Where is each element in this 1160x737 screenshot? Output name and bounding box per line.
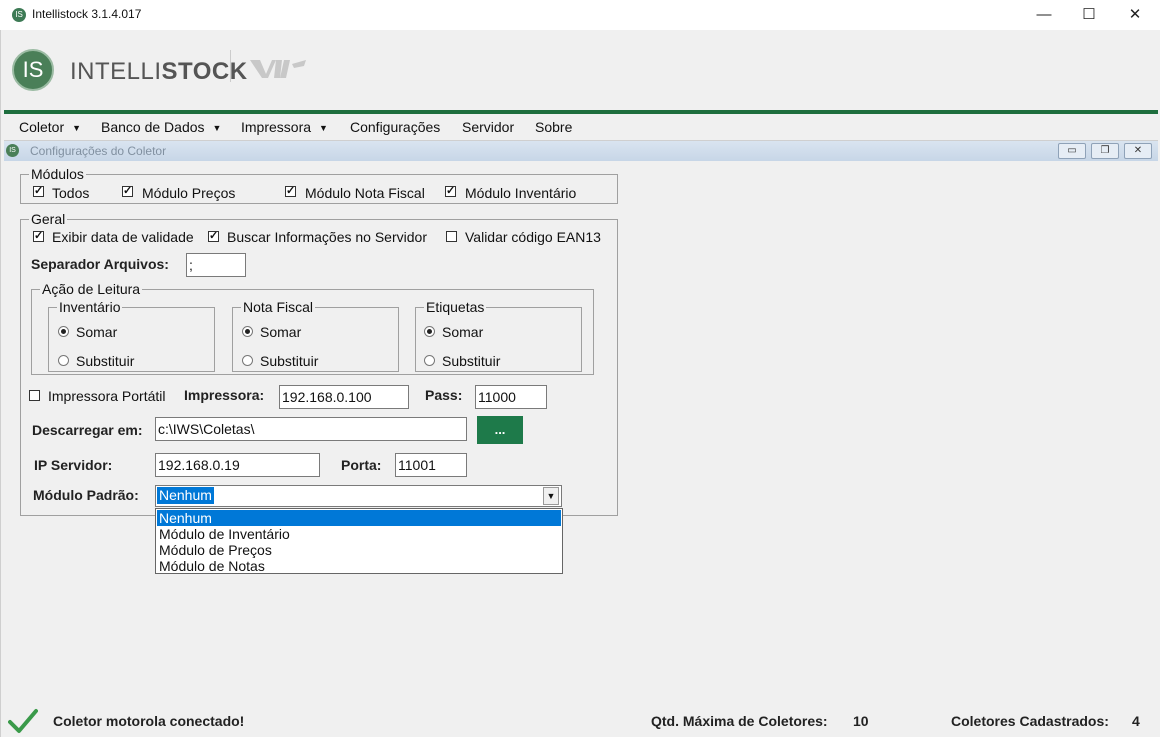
menu-sobre[interactable]: Sobre (535, 119, 572, 135)
impressora-label: Impressora: (184, 387, 265, 403)
validar-ean13-label: Validar código EAN13 (465, 229, 601, 245)
inner-window-title: Configurações do Coletor (30, 144, 167, 158)
menu-coletor-label: Coletor (19, 119, 65, 135)
menu-configuracoes[interactable]: Configurações (350, 119, 440, 135)
menu-banco-de-dados[interactable]: Banco de Dados ▼ (101, 119, 221, 135)
pass-label: Pass: (425, 387, 463, 403)
modulo-padrao-dropdown: Nenhum Módulo de Inventário Módulo de Pr… (155, 508, 563, 574)
modulo-precos-label: Módulo Preços (142, 185, 236, 201)
modulo-precos-checkbox[interactable]: ✓ (122, 186, 133, 197)
chevron-down-icon[interactable]: ▼ (543, 487, 559, 505)
brand-name-bold: STOCK (161, 58, 248, 85)
exibir-validade-checkbox[interactable]: ✓ (33, 231, 44, 242)
separador-input[interactable]: ; (186, 253, 246, 277)
app-icon: IS (12, 8, 26, 22)
inventario-substituir-radio[interactable] (58, 355, 69, 366)
descarregar-label: Descarregar em: (32, 422, 143, 438)
dropdown-option-notas[interactable]: Módulo de Notas (157, 558, 561, 574)
modulo-padrao-label: Módulo Padrão: (33, 487, 139, 503)
brand-divider (230, 50, 231, 82)
impressora-portatil-checkbox[interactable] (29, 390, 40, 401)
menu-servidor[interactable]: Servidor (462, 119, 514, 135)
menu-banco-label: Banco de Dados (101, 119, 205, 135)
status-message: Coletor motorola conectado! (53, 713, 245, 729)
modulo-nota-fiscal-checkbox[interactable]: ✓ (285, 186, 296, 197)
close-button[interactable]: ✕ (1112, 0, 1158, 30)
etiquetas-somar-label: Somar (442, 324, 484, 340)
menu-impressora-label: Impressora (241, 119, 312, 135)
inner-restore-button[interactable]: ❐ (1091, 143, 1119, 159)
coletores-cadastrados-value: 4 (1132, 713, 1140, 729)
ip-servidor-input[interactable]: 192.168.0.19 (155, 453, 320, 477)
acao-leitura-legend: Ação de Leitura (42, 281, 141, 297)
max-coletores-label: Qtd. Máxima de Coletores: (651, 713, 828, 729)
validar-ean13-checkbox[interactable] (446, 231, 457, 242)
coletores-cadastrados-label: Coletores Cadastrados: (951, 713, 1109, 729)
modulo-nota-fiscal-label: Módulo Nota Fiscal (305, 185, 425, 201)
inner-window-icon: IS (6, 144, 19, 157)
dropdown-option-inventario[interactable]: Módulo de Inventário (157, 526, 561, 542)
inner-window-titlebar (4, 141, 1158, 161)
descarregar-input[interactable]: c:\IWS\Coletas\ (155, 417, 467, 441)
modulos-legend: Módulos (31, 166, 84, 182)
porta-input[interactable]: 11001 (395, 453, 467, 477)
impressora-portatil-label: Impressora Portátil (48, 388, 166, 404)
nota-fiscal-somar-label: Somar (260, 324, 302, 340)
modulo-inventario-checkbox[interactable]: ✓ (445, 186, 456, 197)
etiquetas-somar-radio[interactable] (424, 326, 435, 337)
partner-logo-icon (250, 60, 306, 78)
chevron-down-icon: ▼ (212, 123, 222, 133)
impressora-input[interactable]: 192.168.0.100 (279, 385, 409, 409)
buscar-info-checkbox[interactable]: ✓ (208, 231, 219, 242)
modulo-padrao-select[interactable] (155, 485, 562, 507)
chevron-down-icon: ▼ (72, 123, 82, 133)
separador-label: Separador Arquivos: (31, 256, 169, 272)
inventario-somar-radio[interactable] (58, 326, 69, 337)
geral-legend: Geral (31, 211, 66, 227)
maximize-button[interactable]: ☐ (1066, 0, 1112, 30)
nota-fiscal-legend: Nota Fiscal (243, 299, 314, 315)
porta-label: Porta: (341, 457, 382, 473)
minimize-button[interactable]: — (1021, 0, 1067, 30)
menu-impressora[interactable]: Impressora ▼ (241, 119, 328, 135)
check-icon (8, 709, 38, 733)
buscar-info-label: Buscar Informações no Servidor (227, 229, 427, 245)
inventario-somar-label: Somar (76, 324, 118, 340)
max-coletores-value: 10 (853, 713, 869, 729)
inventario-legend: Inventário (59, 299, 121, 315)
pass-input[interactable]: 11000 (475, 385, 547, 409)
nota-fiscal-substituir-label: Substituir (260, 353, 319, 369)
modulo-inventario-label: Módulo Inventário (465, 185, 577, 201)
ip-servidor-label: IP Servidor: (34, 457, 113, 473)
dropdown-option-precos[interactable]: Módulo de Preços (157, 542, 561, 558)
brand-name-light: INTELLI (70, 58, 162, 85)
menu-coletor[interactable]: Coletor ▼ (19, 119, 81, 135)
todos-label: Todos (52, 185, 90, 201)
nota-fiscal-substituir-radio[interactable] (242, 355, 253, 366)
todos-checkbox[interactable]: ✓ (33, 186, 44, 197)
etiquetas-substituir-label: Substituir (442, 353, 501, 369)
title-bar (0, 0, 1160, 30)
inner-minimize-button[interactable]: ▭ (1058, 143, 1086, 159)
etiquetas-legend: Etiquetas (426, 299, 485, 315)
window-title: Intellistock 3.1.4.017 (32, 7, 142, 21)
nota-fiscal-somar-radio[interactable] (242, 326, 253, 337)
dropdown-option-nenhum[interactable]: Nenhum (157, 510, 561, 526)
logo-letters: IS (22, 57, 44, 82)
browse-folder-button[interactable]: ... (477, 416, 523, 444)
brand-name: INTELLISTOCK (70, 58, 248, 86)
etiquetas-substituir-radio[interactable] (424, 355, 435, 366)
chevron-down-icon: ▼ (319, 123, 328, 133)
exibir-validade-label: Exibir data de validade (52, 229, 194, 245)
modulo-padrao-value: Nenhum (157, 487, 214, 504)
inventario-substituir-label: Substituir (76, 353, 135, 369)
inner-close-button[interactable]: ✕ (1124, 143, 1152, 159)
